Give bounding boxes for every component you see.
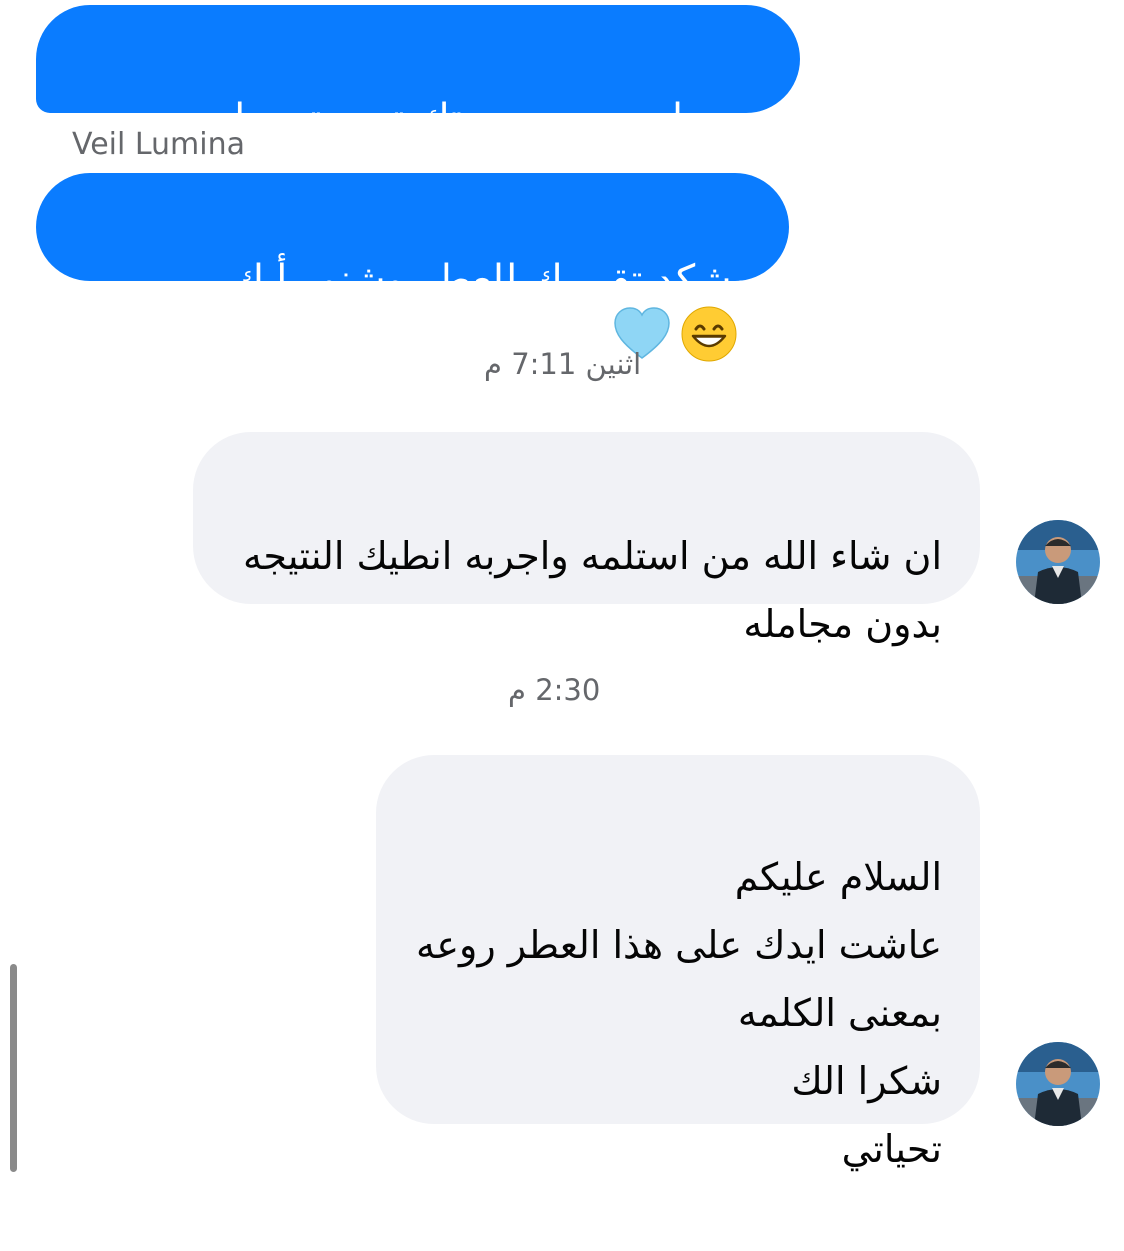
timestamp-divider: اثنين 7:11 م (484, 347, 642, 381)
outgoing-message-bubble[interactable]: بس اريد من حضرتك تجي تحجيلي تجربتك (36, 5, 800, 194)
incoming-message-bubble[interactable]: السلام عليكم عاشت ايدك على هذا العطر روع… (376, 755, 980, 1171)
message-text: السلام عليكم عاشت ايدك على هذا العطر روع… (415, 855, 942, 1171)
contact-photo (1016, 520, 1100, 604)
grinning-face-emoji (681, 306, 737, 362)
contact-photo (1016, 1042, 1100, 1126)
outgoing-message-bubble[interactable]: وشكد تقييمك للعطر وشنو رأيك بي (36, 173, 789, 362)
timestamp-divider: 2:30 م (508, 673, 601, 707)
sender-name-label: Veil Lumina (72, 127, 246, 162)
scrollbar[interactable] (10, 964, 17, 1172)
message-text: وشكد تقييمك للعطر وشنو رأيك بي (174, 257, 751, 303)
avatar[interactable] (1016, 520, 1100, 604)
message-text: ان شاء الله من استلمه واجربه انطيك النتي… (242, 534, 942, 646)
incoming-message-bubble[interactable]: ان شاء الله من استلمه واجربه انطيك النتي… (193, 432, 980, 646)
avatar[interactable] (1016, 1042, 1100, 1126)
